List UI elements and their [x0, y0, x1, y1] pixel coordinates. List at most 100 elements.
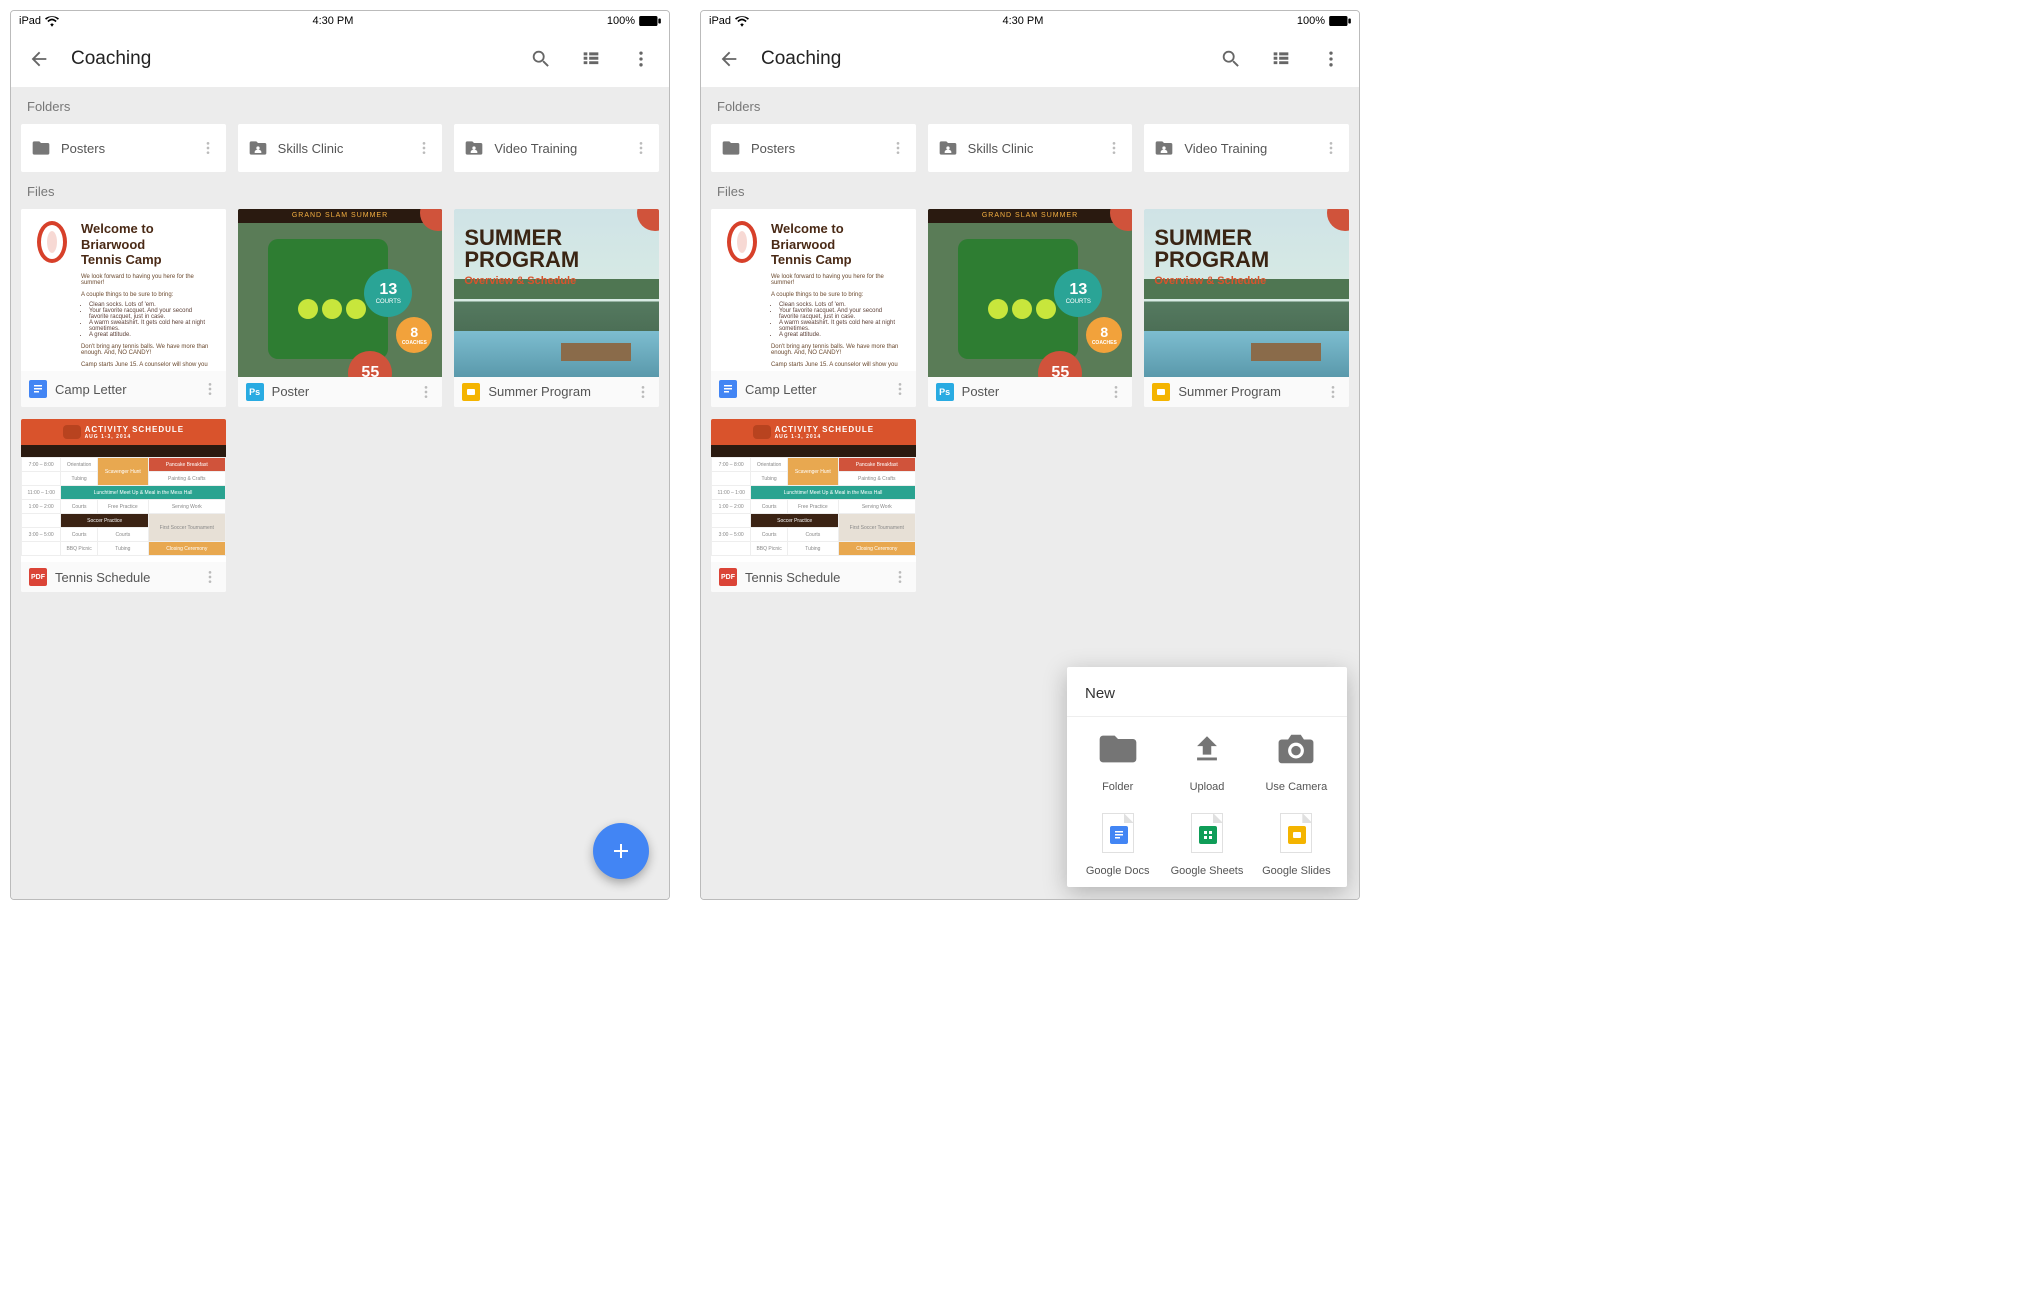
folder-icon: [1096, 727, 1140, 771]
file-preview: GRAND SLAM SUMMER 13COURTS 8COACHES 55: [238, 209, 443, 377]
file-preview: SUMMER PROGRAM Overview & Schedule: [454, 209, 659, 377]
new-item-label: Google Sheets: [1171, 865, 1244, 877]
camera-icon: [1274, 727, 1318, 771]
status-bar: iPad 4:30 PM 100%: [11, 11, 669, 31]
file-more-icon[interactable]: [892, 569, 908, 585]
file-tile[interactable]: GRAND SLAM SUMMER 13COURTS 8COACHES 55 P…: [238, 209, 443, 407]
file-name: Poster: [962, 384, 1101, 399]
slides-file-icon: [1274, 811, 1318, 855]
status-time: 4:30 PM: [1002, 15, 1043, 27]
file-name: Tennis Schedule: [55, 570, 194, 585]
search-button[interactable]: [523, 41, 559, 77]
folder-more-icon[interactable]: [416, 140, 432, 156]
sheets-file-icon: [1185, 811, 1229, 855]
folder-name: Video Training: [494, 141, 623, 156]
status-battery-pct: 100%: [607, 15, 635, 27]
file-name: Tennis Schedule: [745, 570, 884, 585]
file-more-icon[interactable]: [635, 384, 651, 400]
battery-icon: [639, 16, 661, 26]
file-more-icon[interactable]: [1108, 384, 1124, 400]
page-title: Coaching: [761, 48, 1199, 70]
docs-icon: [29, 380, 47, 398]
file-grid: Welcome toBriarwoodTennis Camp We look f…: [701, 209, 1359, 592]
file-name: Camp Letter: [55, 382, 194, 397]
new-item-label: Google Slides: [1262, 865, 1331, 877]
app-bar: Coaching: [11, 31, 669, 87]
status-device: iPad: [709, 15, 731, 27]
file-tile[interactable]: GRAND SLAM SUMMER 13COURTS 8COACHES 55 P…: [928, 209, 1133, 407]
view-list-button[interactable]: [1263, 41, 1299, 77]
more-button[interactable]: [623, 41, 659, 77]
google-slides-button[interactable]: Google Slides: [1252, 811, 1341, 877]
folder-tile[interactable]: Skills Clinic: [928, 124, 1133, 172]
folder-tile[interactable]: Posters: [711, 124, 916, 172]
folder-tile[interactable]: Skills Clinic: [238, 124, 443, 172]
status-device: iPad: [19, 15, 41, 27]
new-item-label: Use Camera: [1265, 781, 1327, 793]
folder-tile[interactable]: Posters: [21, 124, 226, 172]
back-button[interactable]: [711, 41, 747, 77]
file-footer: PDF Tennis Schedule: [21, 562, 226, 592]
file-tile[interactable]: Welcome toBriarwoodTennis Camp We look f…: [21, 209, 226, 407]
slides-icon: [1152, 383, 1170, 401]
folder-more-icon[interactable]: [633, 140, 649, 156]
folder-more-icon[interactable]: [890, 140, 906, 156]
upload-icon: [1185, 727, 1229, 771]
docs-file-icon: [1096, 811, 1140, 855]
new-panel-title: New: [1067, 667, 1347, 717]
folder-icon: [31, 138, 51, 158]
folder-icon: [721, 138, 741, 158]
fab-new-button[interactable]: [593, 823, 649, 879]
file-more-icon[interactable]: [892, 381, 908, 397]
folder-more-icon[interactable]: [1106, 140, 1122, 156]
folder-more-icon[interactable]: [1323, 140, 1339, 156]
file-name: Poster: [272, 384, 411, 399]
folders-row: Posters Skills Clinic Video Training: [11, 124, 669, 172]
more-button[interactable]: [1313, 41, 1349, 77]
use-camera-button[interactable]: Use Camera: [1252, 727, 1341, 793]
file-preview: ACTIVITY SCHEDULEAUG 1-3, 2014 7:00 – 8:…: [711, 419, 916, 562]
upload-button[interactable]: Upload: [1162, 727, 1251, 793]
file-tile[interactable]: SUMMER PROGRAM Overview & Schedule Summe…: [454, 209, 659, 407]
file-preview: Welcome toBriarwoodTennis Camp We look f…: [711, 209, 916, 371]
folder-tile[interactable]: Video Training: [1144, 124, 1349, 172]
file-tile[interactable]: ACTIVITY SCHEDULEAUG 1-3, 2014 7:00 – 8:…: [21, 419, 226, 592]
folder-tile[interactable]: Video Training: [454, 124, 659, 172]
file-more-icon[interactable]: [418, 384, 434, 400]
pdf-icon: PDF: [29, 568, 47, 586]
search-button[interactable]: [1213, 41, 1249, 77]
app-bar: Coaching: [701, 31, 1359, 87]
photoshop-icon: Ps: [936, 383, 954, 401]
file-grid: Welcome toBriarwoodTennis Camp We look f…: [11, 209, 669, 592]
device-left: iPad 4:30 PM 100% Coaching Folders: [10, 10, 670, 900]
folders-row: Posters Skills Clinic Video Training: [701, 124, 1359, 172]
view-list-button[interactable]: [573, 41, 609, 77]
google-sheets-button[interactable]: Google Sheets: [1162, 811, 1251, 877]
files-section-label: Files: [701, 172, 1359, 209]
file-tile[interactable]: ACTIVITY SCHEDULEAUG 1-3, 2014 7:00 – 8:…: [711, 419, 916, 592]
file-more-icon[interactable]: [1325, 384, 1341, 400]
folder-name: Video Training: [1184, 141, 1313, 156]
wifi-icon: [735, 16, 749, 27]
device-right: iPad 4:30 PM 100% Coaching Folders Poste…: [700, 10, 1360, 900]
new-folder-button[interactable]: Folder: [1073, 727, 1162, 793]
folder-name: Skills Clinic: [968, 141, 1097, 156]
folder-name: Skills Clinic: [278, 141, 407, 156]
file-tile[interactable]: Welcome toBriarwoodTennis Camp We look f…: [711, 209, 916, 407]
shared-folder-icon: [248, 138, 268, 158]
file-more-icon[interactable]: [202, 569, 218, 585]
new-panel: New Folder Upload Use Camera Google Docs: [1067, 667, 1347, 887]
folders-section-label: Folders: [701, 87, 1359, 124]
new-item-label: Folder: [1102, 781, 1133, 793]
file-footer: Camp Letter: [21, 371, 226, 407]
folders-section-label: Folders: [11, 87, 669, 124]
google-docs-button[interactable]: Google Docs: [1073, 811, 1162, 877]
file-more-icon[interactable]: [202, 381, 218, 397]
status-battery-pct: 100%: [1297, 15, 1325, 27]
file-name: Summer Program: [1178, 384, 1317, 399]
back-button[interactable]: [21, 41, 57, 77]
folder-more-icon[interactable]: [200, 140, 216, 156]
file-preview: SUMMERPROGRAMOverview & Schedule: [1144, 209, 1349, 377]
file-name: Summer Program: [488, 384, 627, 399]
file-tile[interactable]: SUMMERPROGRAMOverview & Schedule Summer …: [1144, 209, 1349, 407]
